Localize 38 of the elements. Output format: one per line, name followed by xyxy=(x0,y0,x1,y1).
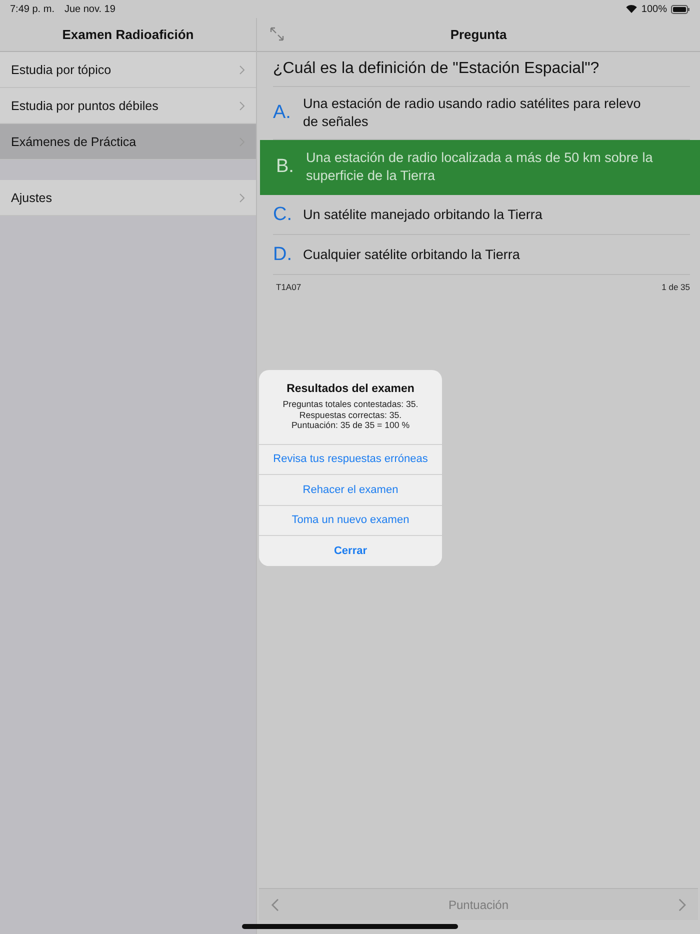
sidebar-item[interactable]: Estudia por puntos débiles xyxy=(0,88,256,124)
chevron-left-icon xyxy=(271,898,280,912)
sidebar-item-label: Estudia por puntos débiles xyxy=(11,98,160,112)
sidebar-item-label: Ajustes xyxy=(11,190,53,204)
sidebar-item-label: Exámenes de Práctica xyxy=(11,134,138,148)
sidebar-item[interactable]: Estudia por tópico xyxy=(0,52,256,88)
answer-text: Una estación de radio usando radio satélites para relevo de señales xyxy=(303,95,642,131)
chevron-right-icon xyxy=(239,192,245,202)
answer-text: Una estación de radio localizada a más de 50 km sobre la superficie de la Tierra xyxy=(306,149,654,185)
status-date: Jue nov. 19 xyxy=(64,4,116,14)
answer-option[interactable]: D. Cualquier satélite orbitando la Tierra xyxy=(273,235,690,275)
answer-text: Cualquier satélite orbitando la Tierra xyxy=(303,246,520,264)
status-time: 7:49 p. m. xyxy=(10,4,54,14)
detail-title: Pregunta xyxy=(450,27,507,42)
wifi-icon xyxy=(626,5,638,13)
answer-letter: D. xyxy=(273,244,291,266)
answer-option[interactable]: C. Un satélite manejado orbitando la Tierra xyxy=(273,195,690,235)
answer-letter: B. xyxy=(276,156,294,178)
chevron-right-icon xyxy=(239,100,245,110)
battery-icon xyxy=(671,4,690,14)
question-code: T1A07 xyxy=(276,282,302,292)
expand-icon[interactable] xyxy=(269,26,285,42)
alert-action-button[interactable]: Cerrar xyxy=(259,535,442,566)
alert-message: Preguntas totales contestadas: 35. Respuestas correctas: 35. Puntuación: 35 de 35 = 100 % xyxy=(282,399,418,430)
answer-letter: A. xyxy=(273,102,291,124)
question-position: 1 de 35 xyxy=(662,282,690,292)
question-text: ¿Cuál es la definición de "Estación Espacial"? xyxy=(273,52,690,87)
alert-title: Resultados del examen xyxy=(286,383,414,395)
sidebar-item[interactable]: Ajustes xyxy=(0,180,256,216)
chevron-right-icon xyxy=(678,898,686,912)
answer-text: Un satélite manejado orbitando la Tierra xyxy=(303,206,542,224)
sidebar-item-label: Estudia por tópico xyxy=(11,62,112,76)
sidebar-title: Examen Radioafición xyxy=(62,27,194,42)
sidebar-item[interactable]: Exámenes de Práctica xyxy=(0,124,256,160)
toolbar-label: Puntuación xyxy=(448,898,509,912)
chevron-right-icon xyxy=(239,64,245,74)
battery-percent: 100% xyxy=(641,4,667,14)
answer-letter: C. xyxy=(273,204,291,226)
